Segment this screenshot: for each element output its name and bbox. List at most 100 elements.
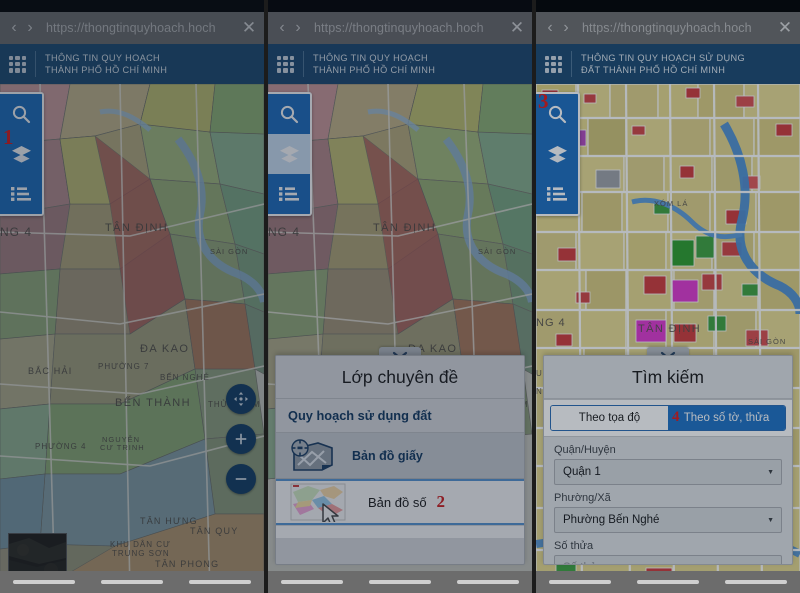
svg-text:SÀI GÒN: SÀI GÒN	[748, 337, 786, 346]
minus-icon	[235, 478, 247, 480]
ward-select-value: Phường Bến Nghé	[563, 514, 660, 526]
nav-bar-pill[interactable]	[637, 580, 699, 584]
map-view-1[interactable]: NG 4 TÂN ĐỊNH ĐA KAO BẾN NGHÉ BẾN THÀNH …	[0, 84, 264, 593]
svg-text:ĐA KAO: ĐA KAO	[140, 343, 189, 355]
list-button-3[interactable]	[536, 174, 578, 214]
search-icon	[280, 105, 299, 124]
svg-text:TÂN ĐỊNH: TÂN ĐỊNH	[638, 322, 701, 335]
url-text-1[interactable]: https://thongtinquyhoach.hoch	[46, 21, 234, 35]
sheet-title-3: Tìm kiếm	[544, 356, 792, 399]
browser-url-bar-1: ‹ › https://thongtinquyhoach.hoch ✕	[0, 12, 264, 44]
url-text-2[interactable]: https://thongtinquyhoach.hoch	[314, 21, 502, 35]
map-zoom-in-button-1[interactable]	[226, 424, 256, 454]
map-zoom-out-button-1[interactable]	[226, 464, 256, 494]
search-icon	[548, 105, 567, 124]
android-nav-bar-3	[536, 571, 800, 593]
forward-icon[interactable]: ›	[290, 20, 306, 36]
panel-1: NG 4 TÂN ĐỊNH ĐA KAO BẾN NGHÉ BẾN THÀNH …	[0, 0, 264, 593]
panel-3: NG 4 TÂN ĐỊNH PHƯỜNG U XÁ NG 15 BẾN NGHÉ…	[536, 0, 800, 593]
chevron-down-icon: ▼	[767, 516, 774, 524]
search-button-2[interactable]	[268, 94, 310, 134]
browser-url-bar-2: ‹ › https://thongtinquyhoach.hoch ✕	[268, 12, 532, 44]
android-nav-bar-2	[268, 571, 532, 593]
panel-2: NG 4 TÂN ĐỊNH ĐA KAO BẾN NGHÉ BẾN THÀNH …	[268, 0, 532, 593]
forward-icon[interactable]: ›	[22, 20, 38, 36]
theme-layer-sheet: Lớp chuyên đề Quy hoạch sử dụng đất Bản …	[275, 355, 525, 565]
svg-text:PHƯỜNG 4: PHƯỜNG 4	[35, 442, 86, 451]
layers-icon	[547, 145, 567, 163]
close-icon[interactable]: ✕	[502, 18, 532, 38]
layer-row-digital-map[interactable]: Bản đồ số 2	[276, 479, 524, 525]
nav-bar-pill[interactable]	[189, 580, 251, 584]
site-title-2: THÔNG TIN QUY HOẠCH THÀNH PHỐ HỒ CHÍ MIN…	[313, 52, 435, 77]
parcel-number-placeholder: Số thửa	[563, 562, 604, 564]
layers-button-2[interactable]	[268, 134, 310, 174]
header-divider	[571, 51, 572, 77]
back-icon[interactable]: ‹	[274, 20, 290, 36]
site-title-line1: THÔNG TIN QUY HOẠCH	[313, 52, 429, 63]
map-locate-button-1[interactable]	[226, 384, 256, 414]
list-button-1[interactable]	[0, 174, 42, 214]
site-title-3: THÔNG TIN QUY HOẠCH SỬ DỤNG ĐẤT THÀNH PH…	[581, 52, 745, 77]
locate-icon	[234, 392, 248, 406]
app-grid-icon[interactable]	[545, 55, 562, 73]
url-text-3[interactable]: https://thongtinquyhoach.hoch	[582, 21, 770, 35]
svg-text:TÂN ĐỊNH: TÂN ĐỊNH	[373, 221, 436, 234]
close-icon[interactable]: ✕	[770, 18, 800, 38]
ward-select[interactable]: Phường Bến Nghé ▼	[554, 507, 782, 533]
svg-text:NG 4: NG 4	[536, 317, 566, 329]
site-title-line2: THÀNH PHỐ HỒ CHÍ MINH	[313, 65, 436, 75]
svg-text:XÓM LÁ: XÓM LÁ	[654, 199, 688, 208]
nav-bar-pill[interactable]	[725, 580, 787, 584]
status-strip-2	[268, 0, 532, 12]
svg-text:SÀI GÒN: SÀI GÒN	[478, 247, 516, 256]
svg-text:BẮC HẢI: BẮC HẢI	[28, 365, 72, 376]
layer-label-digital-map: Bản đồ số	[368, 494, 427, 510]
browser-url-bar-3: ‹ › https://thongtinquyhoach.hoch ✕	[536, 12, 800, 44]
svg-text:BẾN NGHÉ: BẾN NGHÉ	[160, 372, 210, 382]
nav-bar-pill[interactable]	[101, 580, 163, 584]
sheet-scroll-hint	[276, 525, 524, 538]
search-icon	[12, 105, 31, 124]
nav-bar-pill[interactable]	[549, 580, 611, 584]
field-label-ward: Phường/Xã	[554, 492, 611, 504]
map-view-3[interactable]: NG 4 TÂN ĐỊNH PHƯỜNG U XÁ NG 15 BẾN NGHÉ…	[536, 84, 800, 593]
close-icon[interactable]: ✕	[234, 18, 264, 38]
map-view-2[interactable]: NG 4 TÂN ĐỊNH ĐA KAO BẾN NGHÉ BẾN THÀNH …	[268, 84, 532, 593]
forward-icon[interactable]: ›	[558, 20, 574, 36]
back-icon[interactable]: ‹	[542, 20, 558, 36]
svg-text:CƯ TRINH: CƯ TRINH	[100, 443, 145, 452]
svg-text:TÂN ĐỊNH: TÂN ĐỊNH	[105, 221, 168, 234]
nav-bar-pill[interactable]	[13, 580, 75, 584]
nav-bar-pill[interactable]	[369, 580, 431, 584]
nav-bar-pill[interactable]	[281, 580, 343, 584]
site-title-line2: THÀNH PHỐ HỒ CHÍ MINH	[45, 65, 168, 75]
svg-text:SÀI GÒN: SÀI GÒN	[210, 247, 248, 256]
list-button-2[interactable]	[268, 174, 310, 214]
site-title-line2: ĐẤT THÀNH PHỐ HỒ CHÍ MINH	[581, 65, 726, 75]
parcel-number-input[interactable]: Số thửa	[554, 555, 782, 564]
nav-bar-pill[interactable]	[457, 580, 519, 584]
header-divider	[303, 51, 304, 77]
tab-by-parcel-number[interactable]: 4 Theo số tờ, thửa	[668, 406, 785, 430]
step-annotation-1: 1	[3, 125, 14, 149]
layers-button-3[interactable]	[536, 134, 578, 174]
district-select[interactable]: Quận 1 ▼	[554, 459, 782, 485]
layers-icon	[11, 145, 31, 163]
app-grid-icon[interactable]	[277, 55, 294, 73]
plus-icon	[235, 433, 247, 445]
layer-label-paper-map: Bản đồ giấy	[352, 448, 423, 463]
back-icon[interactable]: ‹	[6, 20, 22, 36]
list-icon	[279, 187, 299, 201]
step-annotation-2: 2	[436, 492, 446, 511]
svg-text:TÂN HƯNG: TÂN HƯNG	[140, 516, 198, 526]
header-divider	[35, 51, 36, 77]
status-strip-3	[536, 0, 800, 12]
map-toolbar-2	[268, 92, 312, 216]
tab-by-coordinate[interactable]: Theo tọa độ	[551, 406, 668, 430]
svg-text:TÂN PHONG: TÂN PHONG	[155, 559, 219, 569]
screen: NG 4 TÂN ĐỊNH ĐA KAO BẾN NGHÉ BẾN THÀNH …	[0, 0, 800, 593]
layer-row-paper-map[interactable]: Bản đồ giấy	[276, 433, 524, 479]
app-grid-icon[interactable]	[9, 55, 26, 73]
site-header-1: THÔNG TIN QUY HOẠCH THÀNH PHỐ HỒ CHÍ MIN…	[0, 44, 264, 84]
